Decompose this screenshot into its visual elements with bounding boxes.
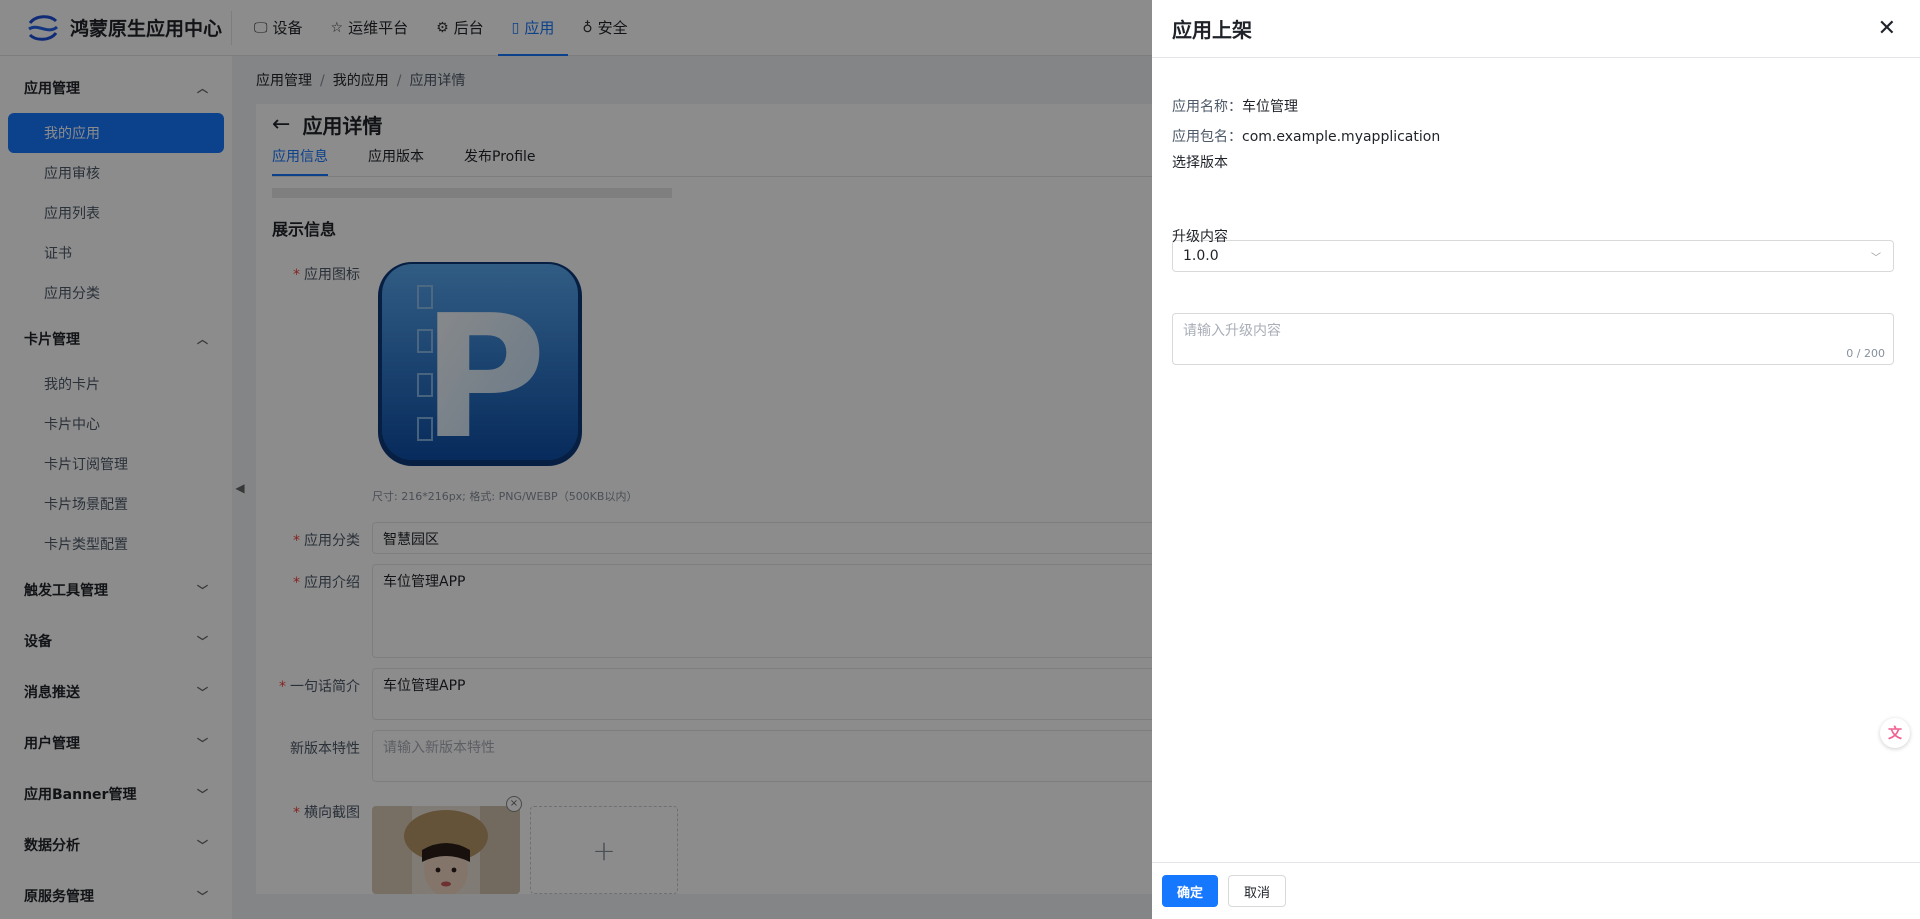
chevron-down-icon: ﹀ — [1871, 252, 1881, 264]
app-name-label: 应用名称： — [1172, 99, 1242, 115]
drawer-title: 应用上架 — [1172, 18, 1252, 42]
app-package-row: 应用包名：com.example.myapplication — [1172, 126, 1440, 146]
app-package-label: 应用包名： — [1172, 129, 1242, 145]
app-name-row: 应用名称：车位管理 — [1172, 96, 1298, 116]
app-name-value: 车位管理 — [1242, 99, 1298, 115]
cancel-button[interactable]: 取消 — [1228, 875, 1287, 907]
drawer-footer: 确定 取消 — [1152, 862, 1920, 919]
app-package-value: com.example.myapplication — [1242, 129, 1441, 145]
publish-drawer: 应用上架 ✕ 应用名称：车位管理 应用包名：com.example.myappl… — [1152, 0, 1920, 919]
version-select[interactable]: 1.0.0 ﹀ — [1172, 240, 1894, 272]
char-counter: 0 / 200 — [1846, 347, 1885, 360]
version-label: 选择版本 — [1172, 155, 1228, 171]
close-icon[interactable]: ✕ — [1878, 17, 1896, 40]
upgrade-content-placeholder: 请输入升级内容 — [1183, 323, 1281, 339]
confirm-button[interactable]: 确定 — [1162, 875, 1219, 907]
translate-icon[interactable]: 文 — [1880, 718, 1910, 748]
drawer-header: 应用上架 ✕ — [1152, 0, 1920, 58]
upgrade-content-label: 升级内容 — [1172, 229, 1228, 245]
version-select-value: 1.0.0 — [1183, 248, 1219, 264]
upgrade-content-input[interactable]: 请输入升级内容 0 / 200 — [1172, 313, 1894, 365]
